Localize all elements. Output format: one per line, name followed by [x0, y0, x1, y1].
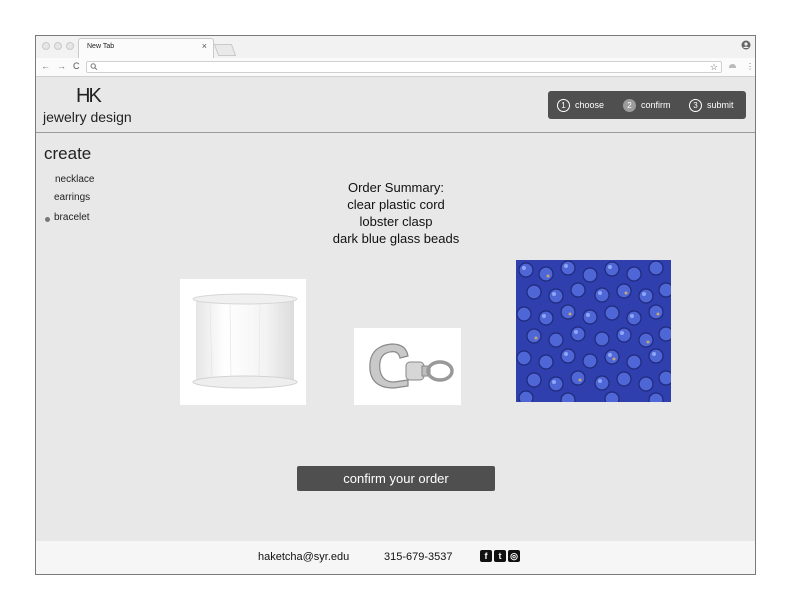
- order-summary: Order Summary: clear plastic cord lobste…: [296, 179, 496, 247]
- facebook-icon[interactable]: f: [480, 550, 492, 562]
- url-input[interactable]: ☆: [86, 61, 722, 73]
- footer: haketcha@syr.edu 315-679-3537 f t ◎: [36, 541, 755, 574]
- new-tab-button[interactable]: [213, 44, 237, 56]
- lobster-clasp-image: [354, 328, 461, 405]
- browser-tab[interactable]: New Tab ×: [78, 38, 214, 58]
- forward-icon[interactable]: →: [57, 61, 66, 71]
- step-number: 1: [557, 98, 570, 112]
- sidebar-title: create: [44, 144, 92, 163]
- step-submit[interactable]: 3 submit: [689, 91, 734, 119]
- site-header: HK jewelry design 1 choose 2 confirm 3 s…: [36, 77, 755, 133]
- logo-mark[interactable]: HK: [76, 85, 102, 108]
- browser-window: New Tab × ← → C ☆ ⋮ HK jewelry design 1: [35, 35, 756, 575]
- tab-close-icon[interactable]: ×: [202, 41, 207, 51]
- step-number: 3: [689, 98, 702, 112]
- confirm-order-button[interactable]: confirm your order: [297, 466, 495, 491]
- window-close-dot[interactable]: [42, 42, 50, 50]
- twitter-icon[interactable]: t: [494, 550, 506, 562]
- summary-title: Order Summary:: [347, 180, 445, 195]
- step-choose[interactable]: 1 choose: [557, 91, 604, 119]
- tab-title: New Tab: [87, 43, 115, 50]
- profile-icon[interactable]: [741, 40, 751, 52]
- bookmark-star-icon[interactable]: ☆: [710, 62, 718, 73]
- instagram-icon[interactable]: ◎: [508, 550, 520, 562]
- step-label: choose: [575, 100, 605, 110]
- footer-phone: 315-679-3537: [384, 551, 453, 563]
- sidebar-item-necklace[interactable]: necklace: [55, 174, 94, 185]
- footer-email-link[interactable]: haketcha@syr.edu: [258, 551, 349, 563]
- step-label: confirm: [641, 100, 671, 110]
- step-confirm[interactable]: 2 confirm: [623, 91, 671, 119]
- extension-icon[interactable]: [728, 62, 737, 72]
- summary-item: dark blue glass beads: [332, 231, 460, 246]
- selected-bullet-icon: [45, 217, 50, 222]
- window-minimize-dot[interactable]: [54, 42, 62, 50]
- search-icon: [90, 62, 98, 74]
- logo-text[interactable]: jewelry design: [43, 109, 132, 125]
- progress-steps: 1 choose 2 confirm 3 submit: [548, 91, 746, 119]
- step-label: submit: [707, 100, 734, 110]
- address-bar: ← → C ☆ ⋮: [36, 58, 755, 77]
- blue-glass-beads-image: [516, 260, 671, 402]
- summary-item: lobster clasp: [359, 214, 433, 229]
- reload-icon[interactable]: C: [73, 61, 80, 71]
- tab-bar: New Tab ×: [36, 36, 755, 59]
- sidebar-item-bracelet[interactable]: bracelet: [54, 212, 90, 223]
- menu-icon[interactable]: ⋮: [746, 62, 754, 71]
- clear-plastic-cord-image: [180, 279, 306, 405]
- back-icon[interactable]: ←: [41, 61, 50, 71]
- step-number: 2: [623, 98, 636, 112]
- sidebar-item-earrings[interactable]: earrings: [54, 192, 90, 203]
- summary-item: clear plastic cord: [347, 197, 445, 212]
- window-maximize-dot[interactable]: [66, 42, 74, 50]
